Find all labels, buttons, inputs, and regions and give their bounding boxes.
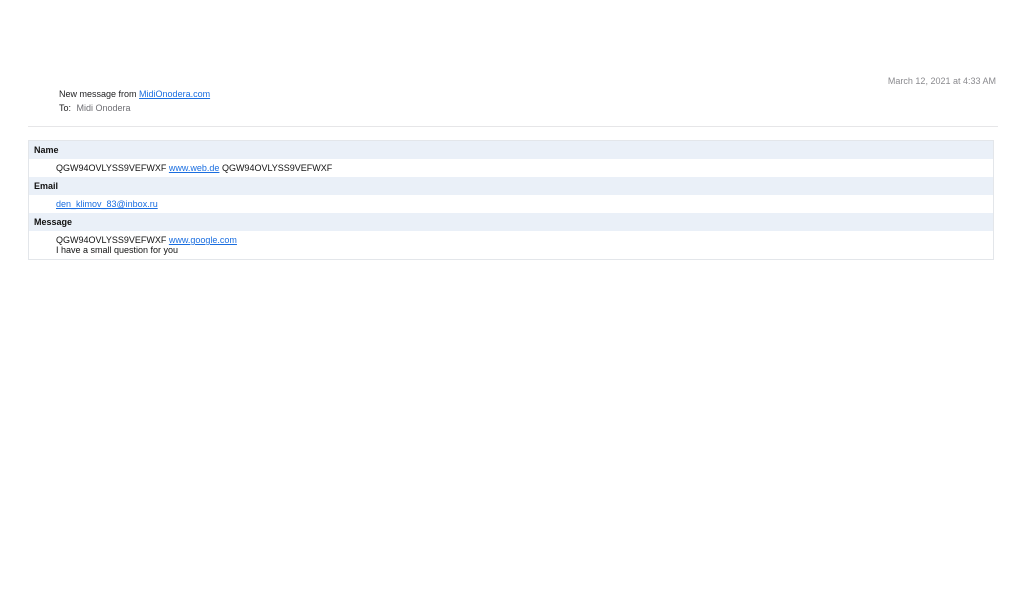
subject-prefix: New message from bbox=[59, 89, 137, 99]
name-value-link[interactable]: www.web.de bbox=[169, 163, 220, 173]
sender-site-link[interactable]: MidiOnodera.com bbox=[139, 89, 210, 99]
message-line-1-text: QGW94OVLYSS9VEFWXF bbox=[56, 235, 167, 245]
recipient-name[interactable]: Midi Onodera bbox=[77, 103, 131, 113]
name-field-value: QGW94OVLYSS9VEFWXF www.web.de QGW94OVLYS… bbox=[29, 159, 993, 177]
header-divider bbox=[28, 126, 998, 127]
name-value-text-suffix: QGW94OVLYSS9VEFWXF bbox=[221, 163, 333, 173]
name-field-label: Name bbox=[29, 141, 993, 159]
message-field-label: Message bbox=[29, 213, 993, 231]
email-field-value: den_klimov_83@inbox.ru bbox=[29, 195, 993, 213]
to-label: To: bbox=[59, 103, 72, 113]
message-link[interactable]: www.google.com bbox=[169, 235, 237, 245]
message-line-2: I have a small question for you bbox=[56, 245, 179, 255]
email-date: March 12, 2021 at 4:33 AM bbox=[887, 76, 996, 86]
email-subject: New message from MidiOnodera.com bbox=[59, 89, 210, 99]
to-line: To: Midi Onodera bbox=[59, 103, 131, 113]
name-value-text: QGW94OVLYSS9VEFWXF bbox=[56, 163, 167, 173]
email-address-link[interactable]: den_klimov_83@inbox.ru bbox=[56, 199, 158, 209]
email-header: March 12, 2021 at 4:33 AM New message fr… bbox=[0, 0, 1024, 127]
message-line-1: QGW94OVLYSS9VEFWXF www.google.com bbox=[56, 235, 993, 245]
email-field-label: Email bbox=[29, 177, 993, 195]
form-submission-table: Name QGW94OVLYSS9VEFWXF www.web.de QGW94… bbox=[28, 140, 994, 260]
message-field-value: QGW94OVLYSS9VEFWXF www.google.com I have… bbox=[29, 231, 993, 259]
